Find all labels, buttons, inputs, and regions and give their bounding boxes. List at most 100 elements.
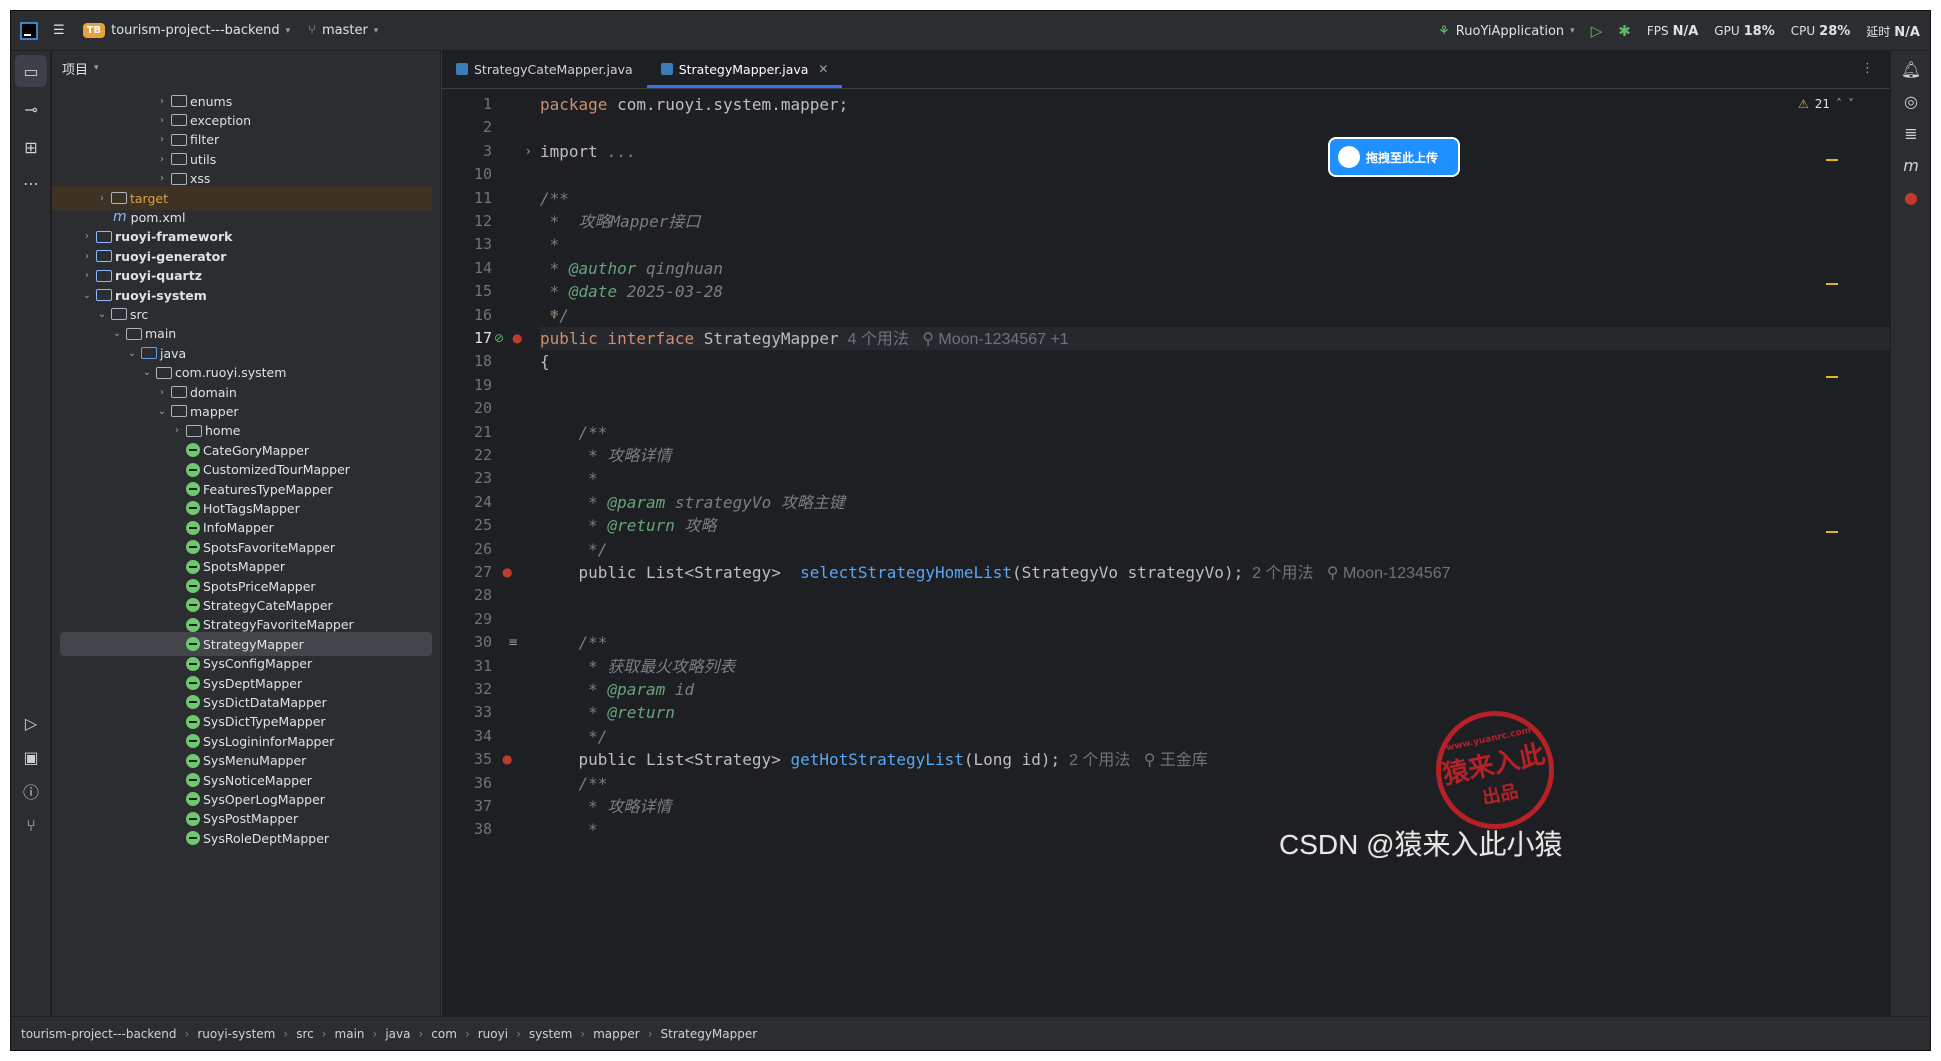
code-token: * 攻略详情 xyxy=(540,797,672,816)
doc-render-icon[interactable]: ≡ xyxy=(508,635,518,649)
code-line[interactable]: */ xyxy=(540,304,569,327)
chevron-right-icon[interactable]: › xyxy=(80,231,94,242)
breadcrumb-item[interactable]: mapper xyxy=(593,1027,640,1041)
code-line[interactable]: public List<Strategy> getHotStrategyList… xyxy=(540,748,1208,771)
code-line[interactable]: * @param id xyxy=(540,678,694,701)
cloud-icon xyxy=(1338,146,1360,168)
code-line[interactable]: /** xyxy=(540,631,608,654)
fold-icon[interactable]: › xyxy=(526,144,531,158)
ide-window: ☰ TB tourism-project---backend ▾ ⑂ maste… xyxy=(10,10,1931,1051)
mybatis-bird-icon[interactable]: ● xyxy=(512,331,522,345)
code-line[interactable]: * xyxy=(540,818,598,841)
code-line[interactable]: /** xyxy=(540,772,608,795)
database-icon[interactable]: ≣ xyxy=(1891,117,1930,149)
code-line[interactable]: * @return 攻略 xyxy=(540,514,716,537)
code-line[interactable]: import ... xyxy=(540,140,636,163)
chevron-down-icon[interactable]: ⌄ xyxy=(95,309,109,320)
chevron-down-icon[interactable]: ⌄ xyxy=(140,367,154,378)
services-icon[interactable]: ▷ xyxy=(11,707,51,739)
project-folder-icon[interactable]: ▭ xyxy=(15,55,47,87)
code-line[interactable]: /** xyxy=(540,187,569,210)
interface-icon xyxy=(186,637,200,652)
upload-drop-button[interactable]: 拖拽至此上传 xyxy=(1330,139,1458,175)
chevron-right-icon[interactable]: › xyxy=(170,425,184,436)
chevron-right-icon[interactable]: › xyxy=(80,251,94,262)
breadcrumb-item[interactable]: StrategyMapper xyxy=(661,1027,758,1041)
interface-icon xyxy=(186,831,200,846)
breadcrumb-item[interactable]: ruoyi xyxy=(478,1027,508,1041)
breadcrumb-item[interactable]: src xyxy=(296,1027,314,1041)
chevron-right-icon[interactable]: › xyxy=(155,154,169,165)
code-line[interactable]: /** xyxy=(540,421,608,444)
code-line[interactable]: * 攻略详情 xyxy=(540,795,671,818)
code-token: * xyxy=(540,469,598,489)
code-line[interactable]: * @author qinghuan xyxy=(540,257,723,280)
breadcrumb-item[interactable]: main xyxy=(335,1027,365,1041)
chevron-down-icon[interactable]: ⌄ xyxy=(155,406,169,417)
code-line[interactable]: package com.ruoyi.system.mapper; xyxy=(540,93,848,116)
code-line[interactable]: */ xyxy=(540,538,607,561)
chevron-down-icon[interactable]: ⌄ xyxy=(125,348,139,359)
commit-icon[interactable]: ⊸ xyxy=(11,93,51,125)
code-line[interactable]: * @param strategyVo 攻略主键 xyxy=(540,491,845,514)
branch-switcher[interactable]: ⑂ master ▾ xyxy=(308,23,378,38)
mybatis-bird-icon[interactable]: ● xyxy=(1891,181,1930,213)
code-line[interactable]: * @date 2025-03-28 xyxy=(540,280,723,303)
project-panel-header[interactable]: 项目 ▾ xyxy=(52,51,440,85)
more-vertical-icon[interactable]: ⋮ xyxy=(1861,61,1874,76)
run-icon[interactable]: ▷ xyxy=(1591,22,1603,40)
tab-strategy-mapper[interactable]: StrategyMapper.java ✕ xyxy=(646,50,843,88)
chevron-right-icon: › xyxy=(283,1026,289,1041)
upload-label: 拖拽至此上传 xyxy=(1366,150,1439,165)
tab-strategy-cate-mapper[interactable]: StrategyCateMapper.java xyxy=(442,50,647,88)
chevron-down-icon[interactable]: ⌄ xyxy=(80,290,94,301)
run-config-selector[interactable]: ⚘ RuoYiApplication ▾ xyxy=(1438,24,1575,39)
breadcrumb-item[interactable]: system xyxy=(529,1027,572,1041)
code-line[interactable]: */ xyxy=(540,725,607,748)
app-logo-icon[interactable] xyxy=(19,21,39,41)
project-switcher[interactable]: TB tourism-project---backend ▾ xyxy=(82,23,290,38)
line-number: 14 xyxy=(473,258,492,277)
problems-icon[interactable]: ⓘ xyxy=(11,775,51,807)
mybatis-bird-icon[interactable]: ● xyxy=(502,752,512,766)
chevron-right-icon[interactable]: › xyxy=(95,193,109,204)
chevron-right-icon[interactable]: › xyxy=(155,173,169,184)
close-icon[interactable]: ✕ xyxy=(818,62,828,76)
code-editor[interactable]: package com.ruoyi.system.mapper; import .… xyxy=(540,89,1890,1016)
line-number: 15 xyxy=(473,282,492,301)
breadcrumb-item[interactable]: ruoyi-system xyxy=(197,1027,275,1041)
main-menu-icon[interactable]: ☰ xyxy=(53,23,65,38)
code-line[interactable]: { xyxy=(540,350,550,373)
breadcrumb-item[interactable]: com xyxy=(431,1027,457,1041)
chevron-right-icon[interactable]: › xyxy=(155,387,169,398)
notifications-icon[interactable]: 🔔︎ xyxy=(1891,53,1930,85)
code-line[interactable]: * @return xyxy=(540,701,675,724)
code-token: /** xyxy=(540,422,608,442)
more-icon[interactable]: ⋯ xyxy=(11,167,51,199)
debug-icon[interactable]: ✱ xyxy=(1618,22,1631,40)
java-interface-icon xyxy=(660,63,673,75)
ai-assistant-icon[interactable]: ◎ xyxy=(1891,85,1930,117)
implemented-icon[interactable]: ⊘ xyxy=(494,331,504,345)
code-line[interactable]: * 攻略Mapper接口 xyxy=(540,210,701,233)
code-line[interactable]: public List<Strategy> selectStrategyHome… xyxy=(540,561,1451,584)
code-line[interactable]: * xyxy=(540,467,598,490)
chevron-down-icon[interactable]: ⌄ xyxy=(110,328,124,339)
tree-item[interactable]: SysRoleDeptMapper xyxy=(52,826,432,850)
chevron-right-icon[interactable]: › xyxy=(155,115,169,126)
structure-icon[interactable]: ⊞ xyxy=(11,131,51,163)
chevron-right-icon[interactable]: › xyxy=(80,270,94,281)
git-icon[interactable]: ⑂ xyxy=(11,809,51,841)
chevron-right-icon[interactable]: › xyxy=(155,96,169,107)
code-line[interactable]: public interface StrategyMapper 4 个用法 ⚲ … xyxy=(540,327,1069,350)
breadcrumb-item[interactable]: tourism-project---backend xyxy=(21,1027,177,1041)
maven-icon[interactable]: m xyxy=(1891,149,1930,181)
terminal-icon[interactable]: ▣ xyxy=(11,741,51,773)
breadcrumb-item[interactable]: java xyxy=(385,1027,410,1041)
code-line[interactable]: * 获取最火攻略列表 xyxy=(540,655,735,678)
mybatis-bird-icon[interactable]: ● xyxy=(502,565,512,579)
editor-tabs: StrategyCateMapper.java StrategyMapper.j… xyxy=(442,51,1890,89)
code-line[interactable]: * xyxy=(540,233,560,256)
chevron-right-icon[interactable]: › xyxy=(155,134,169,145)
code-line[interactable]: * 攻略详情 xyxy=(540,444,671,467)
